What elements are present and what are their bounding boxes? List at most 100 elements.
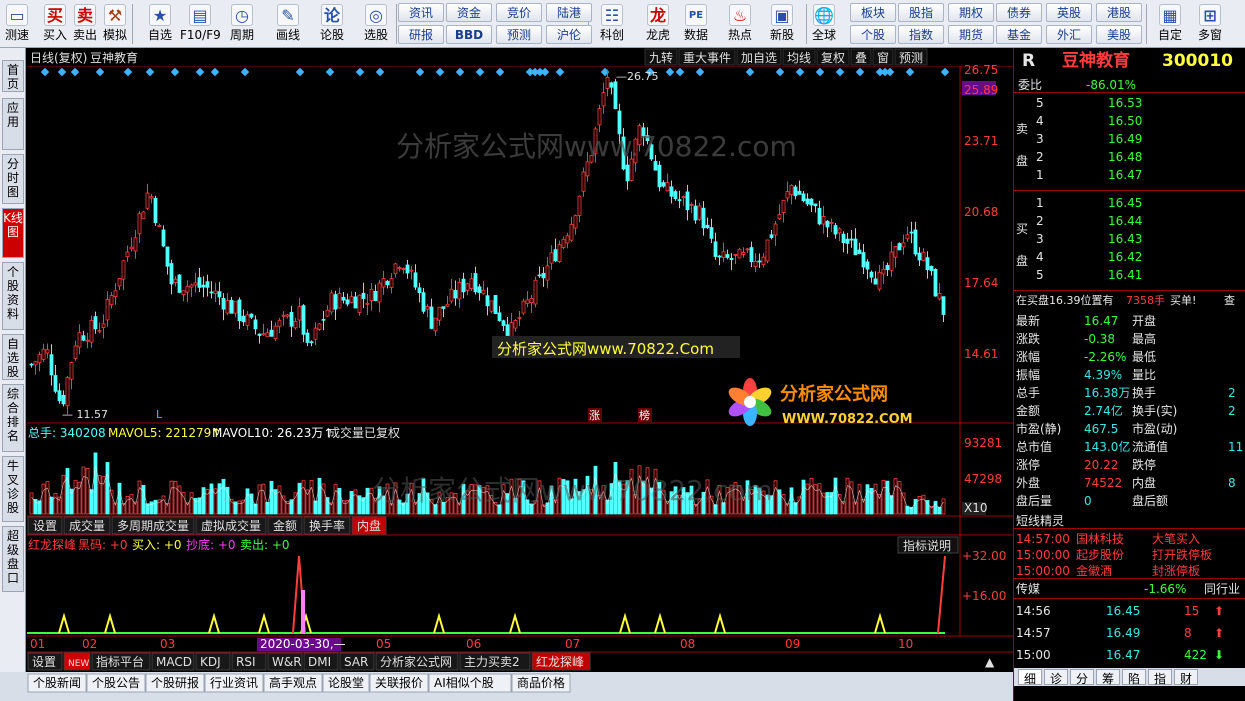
candle-body bbox=[545, 265, 550, 281]
chart-menu-均线[interactable]: 均线 bbox=[787, 51, 811, 65]
indicator-tab-RSI[interactable]: RSI bbox=[236, 655, 256, 669]
chart-menu-窗[interactable]: 窗 bbox=[877, 51, 889, 65]
candle-body bbox=[925, 257, 930, 271]
volume-bar bbox=[101, 476, 106, 515]
candle-body bbox=[169, 263, 174, 285]
quote-tab-分[interactable]: 分 bbox=[1070, 669, 1094, 686]
info-row: 在买盘16.39位置有 7358手 买单! 查 bbox=[1014, 292, 1245, 310]
sell-price: 16.50 bbox=[1108, 114, 1143, 128]
volume-tab-内盘[interactable]: 内盘 bbox=[357, 518, 381, 533]
indicator-tab-指标平台[interactable]: 指标平台 bbox=[96, 654, 144, 669]
candle-body bbox=[125, 251, 130, 258]
quote-tab-指[interactable]: 指 bbox=[1148, 669, 1172, 686]
volume-bar bbox=[825, 492, 830, 515]
chart-menu-九转[interactable]: 九转 bbox=[649, 50, 673, 65]
candle-body bbox=[897, 243, 902, 251]
bottom-tab-高手观点[interactable]: 高手观点 bbox=[269, 675, 317, 690]
buy-row: 1 16.45 bbox=[1014, 194, 1245, 212]
price-axis-label: 26.75 bbox=[964, 63, 998, 77]
custom-button[interactable]: ▦ 自定 bbox=[1150, 2, 1190, 46]
candle-body bbox=[405, 264, 410, 274]
volume-tab-设置[interactable]: 设置 bbox=[33, 519, 57, 533]
indicator-tab-DMI[interactable]: DMI bbox=[308, 655, 331, 669]
chart-menu-叠[interactable]: 叠 bbox=[855, 51, 867, 65]
tick-price: 16.45 bbox=[1106, 604, 1141, 618]
candle-body bbox=[661, 182, 666, 187]
quick-港股[interactable]: 港股 bbox=[1096, 3, 1142, 22]
bottom-tab-行业资讯[interactable]: 行业资讯 bbox=[210, 676, 258, 690]
indicator-tab-SAR[interactable]: SAR bbox=[344, 655, 368, 669]
quote-tab-陷[interactable]: 陷 bbox=[1122, 669, 1146, 686]
candle-body bbox=[893, 245, 898, 258]
candle-body bbox=[841, 233, 846, 244]
candle-body bbox=[289, 312, 294, 327]
candle-body bbox=[785, 191, 790, 199]
candle-body bbox=[409, 269, 414, 272]
candle-body bbox=[101, 323, 106, 329]
candle-body bbox=[493, 295, 498, 315]
indicator-name: 红龙探峰 bbox=[28, 537, 76, 552]
custom-icon: ▦ bbox=[1159, 4, 1181, 26]
chart-menu-预测[interactable]: 预测 bbox=[899, 51, 923, 65]
candle-body bbox=[813, 203, 818, 207]
chart-menu-重大事件[interactable]: 重大事件 bbox=[683, 51, 731, 65]
bottom-tab-关联报价[interactable]: 关联报价 bbox=[375, 675, 423, 690]
volume-tab-换手率[interactable]: 换手率 bbox=[309, 518, 345, 533]
indicator-tab-NEW[interactable]: NEW bbox=[68, 659, 89, 669]
indicator-help-button[interactable]: 指标说明 bbox=[903, 538, 951, 553]
bottom-tab-个股公告[interactable]: 个股公告 bbox=[92, 676, 140, 690]
indicator-tab-主力买卖2[interactable]: 主力买卖2 bbox=[464, 655, 520, 669]
date-axis-label: 07 bbox=[565, 637, 580, 651]
indicator-tab-KDJ[interactable]: KDJ bbox=[200, 655, 221, 669]
quote-tab-筹[interactable]: 筹 bbox=[1096, 669, 1120, 686]
quote-tab-诊[interactable]: 诊 bbox=[1044, 669, 1068, 686]
indicator-tab-设置[interactable]: 设置 bbox=[32, 655, 56, 669]
quick-外汇[interactable]: 外汇 bbox=[1046, 25, 1092, 44]
chart-menu-复权[interactable]: 复权 bbox=[821, 51, 845, 65]
volume-bar bbox=[873, 483, 878, 515]
volume-tab-成交量[interactable]: 成交量 bbox=[69, 518, 105, 533]
quick-美股[interactable]: 美股 bbox=[1096, 25, 1142, 44]
quote-tab-细[interactable]: 细 bbox=[1018, 669, 1042, 686]
stat-row: 总市值 143.0亿 流通值 11 bbox=[1014, 438, 1245, 456]
candle-body bbox=[737, 248, 742, 259]
candle-body bbox=[273, 325, 278, 340]
bottom-tab-个股新闻[interactable]: 个股新闻 bbox=[33, 675, 81, 690]
chart-menu-加自选[interactable]: 加自选 bbox=[741, 51, 777, 65]
candle-body bbox=[681, 196, 686, 199]
buy-price: 16.43 bbox=[1108, 232, 1143, 246]
quick-英股[interactable]: 英股 bbox=[1046, 3, 1092, 22]
indicator-signal-mark bbox=[208, 612, 220, 634]
candle-body bbox=[265, 332, 270, 338]
signal-diamond bbox=[375, 67, 385, 77]
signal-diamond bbox=[885, 67, 895, 77]
signal-diamond bbox=[855, 67, 865, 77]
candle-body bbox=[257, 333, 262, 336]
volume-bar bbox=[333, 484, 338, 515]
toolbar-separator bbox=[1146, 4, 1147, 44]
indicator-tab-MACD[interactable]: MACD bbox=[156, 655, 192, 669]
candle-body bbox=[285, 314, 290, 317]
indicator-tab-分析家公式网[interactable]: 分析家公式网 bbox=[380, 654, 452, 669]
volume-bar bbox=[789, 487, 794, 515]
candle-body bbox=[41, 348, 46, 360]
candle-body bbox=[541, 272, 546, 279]
multi-window-button[interactable]: ⊞ 多窗 bbox=[1190, 2, 1230, 46]
volume-tab-金额[interactable]: 金额 bbox=[273, 518, 297, 533]
candle-body bbox=[469, 278, 474, 289]
volume-bar bbox=[201, 487, 206, 515]
volume-tab-虚拟成交量[interactable]: 虚拟成交量 bbox=[201, 518, 261, 533]
bottom-tab-论股堂[interactable]: 论股堂 bbox=[328, 676, 364, 690]
indicator-tab-红龙探峰[interactable]: 红龙探峰 bbox=[536, 654, 584, 669]
bottom-tab-商品价格[interactable]: 商品价格 bbox=[517, 675, 565, 690]
volume-bar bbox=[53, 493, 58, 515]
candle-body bbox=[801, 193, 806, 202]
candle-body bbox=[117, 278, 122, 287]
panel-divider bbox=[1014, 578, 1245, 579]
bottom-tab-个股研报[interactable]: 个股研报 bbox=[151, 675, 199, 690]
volume-tab-多周期成交量[interactable]: 多周期成交量 bbox=[117, 518, 189, 533]
indicator-tab-W&R[interactable]: W&R bbox=[272, 655, 302, 669]
sell-level: 4 bbox=[1036, 114, 1044, 128]
quote-tab-财[interactable]: 财 bbox=[1174, 669, 1198, 686]
bottom-tab-AI相似个股[interactable]: AI相似个股 bbox=[434, 676, 494, 690]
